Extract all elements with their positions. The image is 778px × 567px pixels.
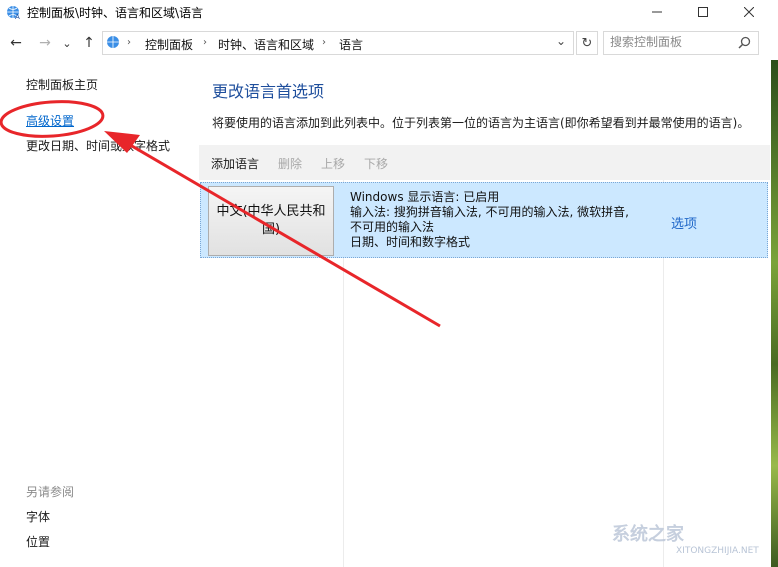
annotation-overlay bbox=[0, 100, 441, 328]
annotation-arrow-head bbox=[104, 131, 140, 153]
annotation-circle bbox=[0, 100, 105, 138]
annotation-arrow-shaft bbox=[124, 140, 441, 328]
